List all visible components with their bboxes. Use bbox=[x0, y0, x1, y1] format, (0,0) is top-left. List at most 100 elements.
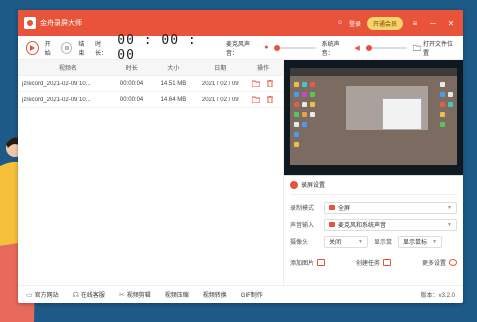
chevron-down-icon: ▼ bbox=[447, 221, 452, 228]
camera-select[interactable]: 关闭 ▼ bbox=[324, 235, 368, 248]
monitor-icon: ▭ bbox=[26, 291, 33, 299]
calendar-icon bbox=[383, 259, 391, 266]
add-image-button[interactable]: 添加图片 bbox=[290, 258, 326, 267]
audio-input-label: 声音输入 bbox=[290, 223, 315, 229]
chevron-down-icon: ▼ bbox=[358, 238, 363, 245]
delete-icon[interactable] bbox=[266, 96, 274, 103]
row-size: 14.51 MB bbox=[160, 80, 187, 87]
website-label: 官方网站 bbox=[34, 293, 59, 299]
more-settings-label: 更多设置 bbox=[421, 261, 446, 267]
table-row[interactable]: jzrecord_2021-02-09 10... 00:00:04 14.51… bbox=[18, 76, 283, 92]
col-duration: 时长 bbox=[125, 66, 138, 72]
delete-icon[interactable] bbox=[266, 80, 274, 87]
close-icon[interactable]: ✕ bbox=[445, 19, 457, 28]
col-name: 视频名 bbox=[58, 66, 77, 72]
website-link[interactable]: ▭ 官方网站 bbox=[26, 290, 59, 300]
stop-record-icon[interactable] bbox=[61, 41, 73, 54]
app-logo bbox=[24, 17, 36, 29]
support-link[interactable]: ☊ 在线客服 bbox=[72, 290, 105, 300]
cursor-select[interactable]: 显示鼠标 ▼ bbox=[398, 235, 443, 248]
folder-icon bbox=[412, 44, 421, 51]
screen-preview bbox=[284, 60, 463, 176]
camera-row: 摄像头 关闭 ▼ 显示鼠 显示鼠标 ▼ bbox=[290, 233, 457, 250]
row-duration: 00:00:04 bbox=[119, 96, 144, 103]
version-text: 版本：v3.2.0 bbox=[420, 293, 455, 299]
row-duration: 00:00:04 bbox=[119, 80, 144, 87]
chevron-down-icon: ▼ bbox=[432, 238, 438, 245]
audio-input-row: 声音输入 麦克风和系统声音 ▼ bbox=[290, 216, 457, 233]
row-date: 2021 / 02 / 09 bbox=[201, 96, 239, 103]
record-mode-row: 录制模式 全屏 ▼ bbox=[290, 199, 457, 216]
open-folder-icon[interactable] bbox=[252, 80, 261, 87]
headset-icon: ☊ bbox=[72, 291, 79, 299]
speaker-icon[interactable]: ◀ bbox=[354, 44, 359, 52]
video-cut-label: 视频剪辑 bbox=[126, 293, 151, 299]
record-settings-panel: 录屏设置 录制模式 全屏 ▼ 声音输入 麦克风和系统声音 ▼ 摄像头 关闭 ▼ … bbox=[284, 176, 463, 285]
minimize-icon[interactable]: ─ bbox=[427, 19, 439, 28]
record-mode-label: 录制模式 bbox=[290, 206, 315, 212]
stop-label[interactable]: 结束 bbox=[78, 39, 89, 57]
audio-input-select[interactable]: 麦克风和系统声音 ▼ bbox=[324, 218, 457, 231]
audio-icon bbox=[329, 222, 335, 227]
col-action: 操作 bbox=[257, 66, 270, 72]
create-task-button[interactable]: 创建任务 bbox=[356, 258, 391, 267]
settings-footer: 添加图片 创建任务 更多设置 bbox=[290, 258, 457, 267]
preview-desktop bbox=[290, 68, 457, 165]
create-task-label: 创建任务 bbox=[355, 261, 380, 267]
app-window: 金舟录屏大师 ☺ 登录 开通会员 ≡ ─ ✕ 开始 结束 时长： 00 : 00… bbox=[18, 10, 463, 303]
vip-button[interactable]: 开通会员 bbox=[366, 16, 403, 30]
camera-value: 关闭 bbox=[329, 240, 342, 246]
user-icon[interactable]: ☺ bbox=[337, 20, 343, 26]
gear-icon bbox=[290, 180, 298, 189]
row-date: 2021 / 02 / 09 bbox=[201, 80, 239, 87]
image-icon bbox=[317, 259, 326, 266]
col-size: 大小 bbox=[167, 66, 180, 72]
record-mode-select[interactable]: 全屏 ▼ bbox=[324, 201, 457, 214]
table-row[interactable]: jzrecord_2021-02-09 10... 00:00:04 14.64… bbox=[18, 92, 283, 108]
video-convert-link[interactable]: 视频转换 bbox=[203, 290, 227, 299]
audio-input-value: 麦克风和系统声音 bbox=[338, 223, 387, 229]
support-label: 在线客服 bbox=[80, 293, 105, 299]
microphone-icon[interactable]: ● bbox=[264, 44, 268, 51]
menu-icon[interactable]: ≡ bbox=[409, 19, 421, 28]
title-bar: 金舟录屏大师 ☺ 登录 开通会员 ≡ ─ ✕ bbox=[18, 10, 463, 36]
monitor-icon bbox=[329, 205, 335, 210]
duration-display: 00 : 00 : 00 bbox=[117, 32, 197, 63]
row-size: 14.64 MB bbox=[160, 96, 187, 103]
open-folder-button[interactable]: 打开文件位置 bbox=[412, 39, 455, 57]
system-volume-slider[interactable] bbox=[365, 44, 407, 51]
add-image-label: 添加图片 bbox=[290, 261, 315, 267]
settings-title: 录屏设置 bbox=[301, 183, 326, 189]
start-record-icon[interactable] bbox=[26, 40, 39, 55]
system-volume-knob[interactable] bbox=[365, 44, 372, 51]
camera-label: 摄像头 bbox=[290, 240, 309, 246]
record-toolbar: 开始 结束 时长： 00 : 00 : 00 麦克风声音： ● 系统声音： ◀ … bbox=[18, 32, 463, 63]
open-folder-label: 打开文件位置 bbox=[422, 41, 453, 57]
settings-icon bbox=[448, 259, 457, 266]
cursor-label: 显示鼠 bbox=[374, 240, 393, 246]
gif-maker-link[interactable]: GIF制作 bbox=[241, 290, 263, 299]
table-header: 视频名 时长 大小 日期 操作 bbox=[18, 60, 283, 76]
video-compress-link[interactable]: 视频压缩 bbox=[165, 290, 189, 299]
row-name: jzrecord_2021-02-09 10... bbox=[22, 96, 91, 103]
system-volume-label: 系统声音： bbox=[321, 41, 340, 57]
app-title: 金舟录屏大师 bbox=[40, 20, 82, 27]
row-name: jzrecord_2021-02-09 10... bbox=[22, 80, 91, 87]
video-cut-link[interactable]: ✂ 视频剪辑 bbox=[118, 290, 151, 300]
recording-list: 视频名 时长 大小 日期 操作 jzrecord_2021-02-09 10..… bbox=[18, 60, 284, 285]
more-settings-button[interactable]: 更多设置 bbox=[422, 258, 457, 267]
settings-header: 录屏设置 bbox=[290, 180, 457, 195]
login-button[interactable]: 登录 bbox=[349, 19, 361, 28]
scissors-icon: ✂ bbox=[118, 291, 125, 299]
duration-label: 时长： bbox=[95, 41, 108, 57]
chevron-down-icon: ▼ bbox=[447, 204, 452, 211]
cursor-value: 显示鼠标 bbox=[403, 240, 428, 246]
status-bar: ▭ 官方网站 ☊ 在线客服 ✂ 视频剪辑 视频压缩 视频转换 GIF制作 版本：… bbox=[18, 285, 463, 303]
mic-volume-knob[interactable] bbox=[274, 44, 281, 51]
start-label[interactable]: 开始 bbox=[45, 39, 56, 57]
record-mode-value: 全屏 bbox=[338, 206, 351, 212]
mic-volume-label: 麦克风声音： bbox=[226, 41, 251, 57]
mic-volume-slider[interactable] bbox=[274, 44, 316, 51]
open-folder-icon[interactable] bbox=[252, 96, 261, 103]
col-date: 日期 bbox=[214, 66, 227, 72]
